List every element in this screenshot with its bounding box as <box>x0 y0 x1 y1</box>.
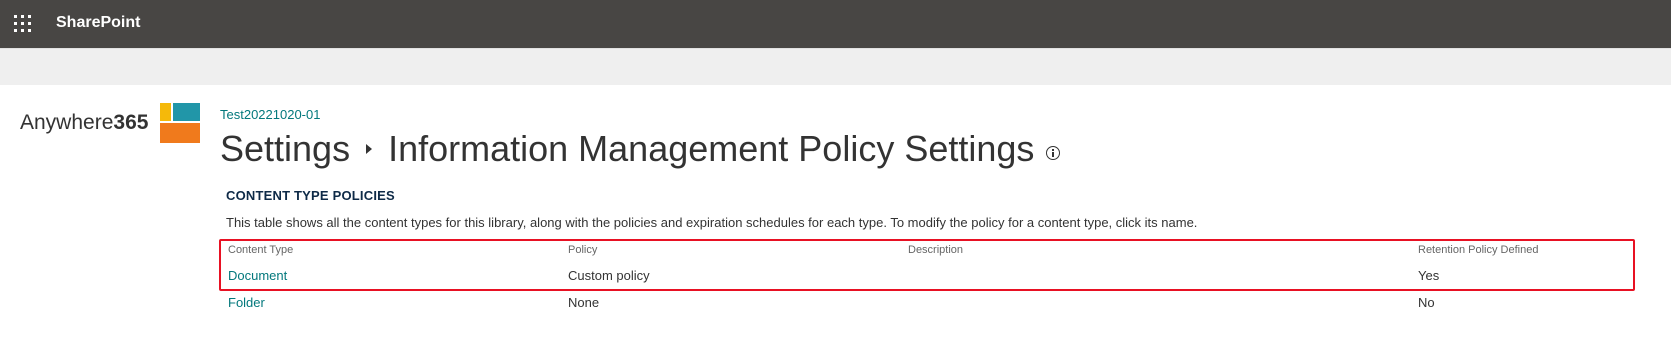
policy-cell: None <box>568 295 600 310</box>
logo-block-teal <box>173 103 200 121</box>
breadcrumb-site-link[interactable]: Test20221020-01 <box>220 107 320 122</box>
policy-cell: Custom policy <box>568 268 650 283</box>
info-icon[interactable] <box>1046 146 1061 160</box>
retention-cell: No <box>1418 295 1435 310</box>
section-heading: CONTENT TYPE POLICIES <box>226 188 395 203</box>
column-header-content-type: Content Type <box>228 244 294 256</box>
app-name-link[interactable]: SharePoint <box>56 14 140 32</box>
column-header-retention: Retention Policy Defined <box>1418 244 1539 256</box>
logo-block-yellow <box>160 103 171 121</box>
content-type-link-document[interactable]: Document <box>228 268 287 283</box>
suite-bar: SharePoint <box>0 0 1671 48</box>
logo-text-regular: Anywhere <box>20 111 114 134</box>
content-type-link-folder[interactable]: Folder <box>228 295 265 310</box>
retention-cell: Yes <box>1418 268 1440 283</box>
site-logo-graphic[interactable] <box>160 103 200 148</box>
site-logo-text[interactable]: Anywhere365 <box>20 111 148 135</box>
section-description: This table shows all the content types f… <box>226 215 1198 230</box>
page-title-parent[interactable]: Settings <box>220 128 350 170</box>
waffle-icon[interactable] <box>14 15 32 33</box>
logo-text-bold: 365 <box>113 111 149 134</box>
command-bar <box>0 48 1671 85</box>
breadcrumb-separator-icon <box>366 144 373 154</box>
column-header-description: Description <box>908 244 964 256</box>
page-title-current: Information Management Policy Settings <box>388 128 1035 169</box>
page-title: Settings Information Management Policy S… <box>220 128 1061 170</box>
logo-block-orange <box>160 123 200 143</box>
column-header-policy: Policy <box>568 244 598 256</box>
